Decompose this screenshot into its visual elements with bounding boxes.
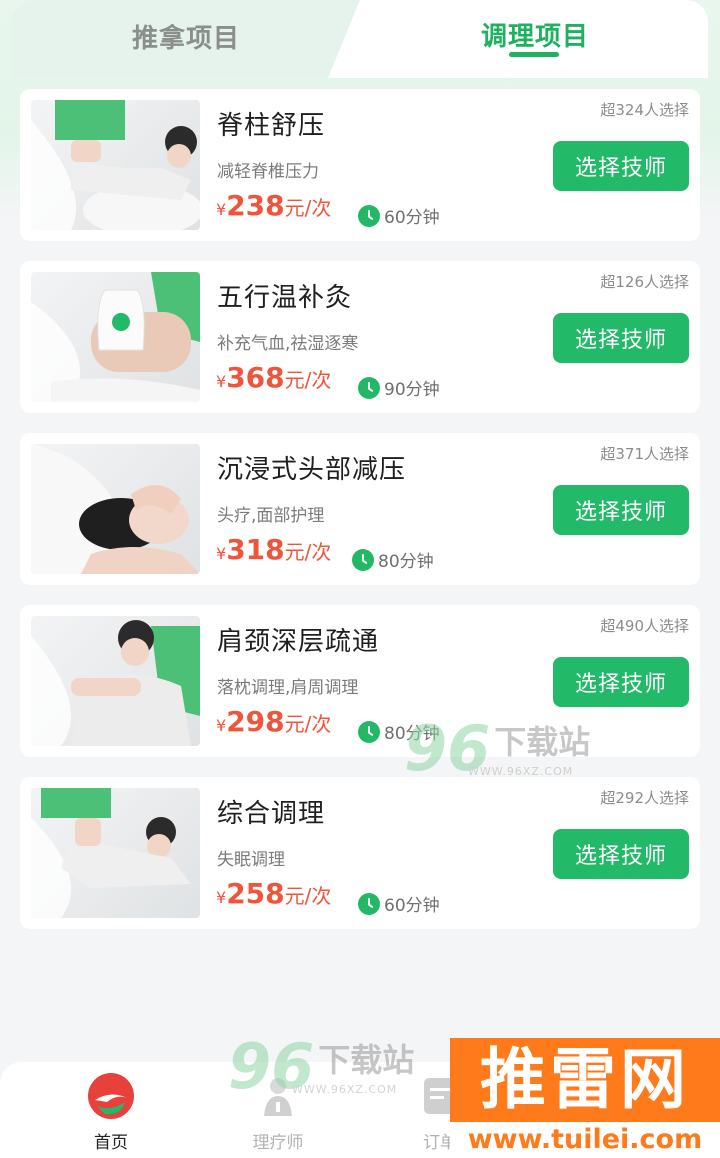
duration-text: 60分钟: [384, 896, 440, 916]
service-title: 五行温补灸: [217, 283, 353, 313]
currency-symbol: ¥: [216, 200, 227, 219]
service-title: 肩颈深层疏通: [217, 627, 380, 657]
service-duration: 90分钟: [358, 375, 440, 400]
service-price: ¥238元/次: [216, 189, 331, 222]
service-title: 沉浸式头部减压: [217, 455, 407, 485]
service-card[interactable]: 肩颈深层疏通 落枕调理,肩周调理 ¥298元/次 80分钟 超490人选择 选择…: [20, 605, 700, 757]
select-therapist-button[interactable]: 选择技师: [553, 485, 689, 535]
currency-symbol: ¥: [216, 716, 227, 735]
service-price: ¥318元/次: [216, 533, 331, 566]
watermark-text: 下载站: [318, 1041, 415, 1079]
category-tabs: 推拿项目 调理项目: [12, 0, 708, 78]
price-unit: 元/次: [284, 196, 332, 220]
popularity-count: 超324人选择: [600, 101, 689, 119]
clock-icon: [352, 548, 374, 571]
popularity-count: 超126人选择: [600, 273, 689, 291]
nav-home-label: 首页: [94, 1133, 128, 1153]
site-watermark-bottom: 96 下载站 WWW.96XZ.COM: [228, 1036, 414, 1098]
price-amount: 368: [226, 361, 285, 394]
tuilei-watermark-text: 推雷网: [450, 1038, 720, 1122]
popularity-count: 超371人选择: [600, 445, 689, 463]
currency-symbol: ¥: [216, 372, 227, 391]
site-watermark: 96 下载站 WWW.96XZ.COM: [404, 718, 590, 780]
price-unit: 元/次: [284, 368, 332, 392]
service-price: ¥368元/次: [216, 361, 331, 394]
service-title: 综合调理: [217, 799, 326, 829]
watermark-text: 下载站: [494, 723, 591, 761]
service-description: 失眠调理: [217, 850, 285, 870]
price-amount: 318: [226, 533, 285, 566]
duration-text: 80分钟: [378, 552, 434, 572]
service-duration: 60分钟: [358, 891, 440, 916]
popularity-count: 超490人选择: [600, 617, 689, 635]
service-description: 落枕调理,肩周调理: [217, 678, 359, 698]
service-card[interactable]: 脊柱舒压 减轻脊椎压力 ¥238元/次 60分钟 超324人选择 选择技师: [20, 89, 700, 241]
tab-massage-items[interactable]: 推拿项目: [132, 18, 240, 55]
service-image-head: [31, 444, 200, 574]
clock-icon: [358, 376, 380, 399]
service-card[interactable]: 综合调理 失眠调理 ¥258元/次 60分钟 超292人选择 选择技师: [20, 777, 700, 929]
clock-icon: [358, 720, 380, 743]
select-therapist-button[interactable]: 选择技师: [553, 657, 689, 707]
active-tab-indicator: [509, 52, 559, 57]
service-image-neck: [31, 616, 200, 746]
select-therapist-button[interactable]: 选择技师: [553, 829, 689, 879]
service-price: ¥258元/次: [216, 877, 331, 910]
price-amount: 238: [226, 189, 285, 222]
tuilei-watermark-url: www.tuilei.com: [450, 1122, 720, 1158]
nav-therapist-label: 理疗师: [252, 1133, 304, 1153]
clock-icon: [358, 892, 380, 915]
service-title: 脊柱舒压: [217, 111, 326, 141]
service-duration: 60分钟: [358, 203, 440, 228]
nav-home[interactable]: 首页: [61, 1072, 161, 1153]
currency-symbol: ¥: [216, 544, 227, 563]
service-image-moxibustion: [31, 272, 200, 402]
service-image-spine: [31, 100, 200, 230]
service-price: ¥298元/次: [216, 705, 331, 738]
price-unit: 元/次: [284, 540, 332, 564]
currency-symbol: ¥: [216, 888, 227, 907]
price-amount: 298: [226, 705, 285, 738]
duration-text: 90分钟: [384, 380, 440, 400]
home-logo-icon: [87, 1072, 135, 1120]
price-amount: 258: [226, 877, 285, 910]
select-therapist-button[interactable]: 选择技师: [553, 313, 689, 363]
tab-therapy-items[interactable]: 调理项目: [481, 16, 589, 53]
service-description: 头疗,面部护理: [217, 506, 325, 526]
service-duration: 80分钟: [352, 547, 434, 572]
tuilei-watermark: 推雷网 www.tuilei.com: [450, 1038, 720, 1158]
service-description: 减轻脊椎压力: [217, 162, 319, 182]
watermark-url: WWW.96XZ.COM: [468, 765, 574, 778]
clock-icon: [358, 204, 380, 227]
service-card[interactable]: 沉浸式头部减压 头疗,面部护理 ¥318元/次 80分钟 超371人选择 选择技…: [20, 433, 700, 585]
select-therapist-button[interactable]: 选择技师: [553, 141, 689, 191]
price-unit: 元/次: [284, 712, 332, 736]
service-card[interactable]: 五行温补灸 补充气血,祛湿逐寒 ¥368元/次 90分钟 超126人选择 选择技…: [20, 261, 700, 413]
watermark-url: WWW.96XZ.COM: [292, 1083, 398, 1096]
service-image-comprehensive: [31, 788, 200, 918]
popularity-count: 超292人选择: [600, 789, 689, 807]
duration-text: 60分钟: [384, 208, 440, 228]
service-description: 补充气血,祛湿逐寒: [217, 334, 359, 354]
price-unit: 元/次: [284, 884, 332, 908]
